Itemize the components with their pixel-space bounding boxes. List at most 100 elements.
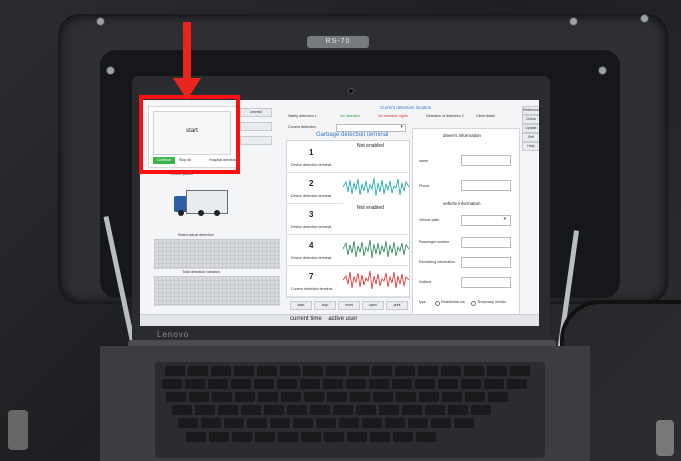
keyboard-key — [186, 432, 206, 442]
keyboard-key — [356, 405, 376, 415]
keyboard-key — [231, 379, 251, 389]
detection-dropdown[interactable]: ▾ — [336, 124, 406, 132]
keyboard-key — [415, 379, 435, 389]
truck-wheel — [178, 210, 184, 216]
keyboard-key — [162, 379, 182, 389]
gallons-field[interactable] — [461, 277, 511, 288]
keyboard-key — [209, 432, 229, 442]
field-label: Phone — [419, 184, 430, 188]
keyboard-key — [303, 366, 323, 376]
keyboard-key — [264, 405, 284, 415]
sensor-label: Device detection terminal — [291, 163, 332, 167]
vehicle-plate-select[interactable]: ▾ — [461, 215, 511, 226]
keyboard-key — [293, 418, 313, 428]
connect-button[interactable]: connect — [240, 108, 272, 117]
vehicle-info-title: vehicle information — [443, 201, 481, 206]
menu-update[interactable]: Update — [522, 124, 539, 133]
terminal-list: 1 Device detection terminal Not enabled … — [286, 140, 410, 298]
open-button[interactable]: open — [362, 301, 384, 310]
sensor-number: 7 — [309, 272, 314, 281]
sensor-number: 4 — [309, 241, 314, 250]
menu-reference[interactable]: Reference — [522, 106, 539, 115]
keyboard-key — [507, 379, 527, 389]
radio-option-label: Temporary vehicle — [477, 300, 507, 304]
keyboard-key — [370, 432, 390, 442]
screw-icon — [106, 66, 115, 75]
dropdown-label: Current detection — [288, 125, 316, 129]
menu-self-inspection[interactable]: Self Inspection — [522, 133, 539, 146]
keyboard-key — [379, 405, 399, 415]
keyboard-key — [416, 432, 436, 442]
keyboard-key — [172, 405, 192, 415]
keyboard-key — [373, 392, 393, 402]
keyboard-key — [347, 432, 367, 442]
keyboard-key — [454, 418, 474, 428]
chart-label: Rated actual detection — [178, 233, 214, 237]
radio-residential[interactable] — [435, 301, 440, 306]
keyboard-key — [195, 405, 215, 415]
stop-button[interactable]: stop — [314, 301, 336, 310]
header-field: No detection — [340, 114, 361, 118]
keyboard-key — [300, 379, 320, 389]
menu-help[interactable]: Help — [522, 142, 539, 151]
keyboard-key — [278, 432, 298, 442]
frame-peg — [8, 410, 28, 450]
keyboard-key — [178, 418, 198, 428]
menu-check[interactable]: Check — [522, 115, 539, 124]
sensor-number: 1 — [309, 148, 314, 157]
keyboard-key — [232, 432, 252, 442]
phone-field[interactable] — [461, 180, 511, 191]
keyboard-key — [165, 366, 185, 376]
passenger-number-field[interactable] — [461, 237, 511, 248]
keyboard-key — [487, 366, 507, 376]
latch-label: RS-70 — [325, 38, 351, 45]
keyboard-key — [326, 366, 346, 376]
chevron-down-icon: ▾ — [503, 216, 506, 222]
keyboard-key — [408, 418, 428, 428]
radio-temporary[interactable] — [471, 301, 476, 306]
keyboard-key — [212, 392, 232, 402]
keyboard-key — [471, 405, 491, 415]
keyboard-key — [281, 392, 301, 402]
info-form: driver's information name Phone vehicle … — [412, 128, 520, 316]
remaining-info-field[interactable] — [461, 257, 511, 268]
keyboard-key — [438, 379, 458, 389]
keyboard-key — [201, 418, 221, 428]
keyboard-key — [395, 366, 415, 376]
sensor-label: Device detection terminal — [291, 256, 332, 260]
field-label: Remaining information — [419, 260, 455, 264]
detection-chart-1 — [154, 239, 280, 269]
radio-option-label: Residential car — [441, 300, 465, 304]
keyboard-key — [323, 379, 343, 389]
sensor-label: Device detection terminal — [291, 194, 332, 198]
detection-chart-2 — [154, 276, 280, 306]
keyboard-key — [224, 418, 244, 428]
truck-icon — [186, 190, 228, 214]
waveform-green — [343, 239, 409, 259]
reset-button[interactable]: reset — [338, 301, 360, 310]
webcam-icon — [348, 88, 354, 94]
print-button[interactable]: print — [386, 301, 408, 310]
side-button[interactable] — [240, 122, 272, 131]
sensor-status: Not enabled — [357, 205, 384, 211]
sensor-row: 7 Current detection terminal — [287, 265, 409, 297]
keyboard-key — [270, 418, 290, 428]
keyboard-key — [333, 405, 353, 415]
side-button[interactable] — [240, 136, 272, 145]
keyboard-key — [211, 366, 231, 376]
keyboard-key — [324, 432, 344, 442]
keyboard-key — [510, 366, 530, 376]
keyboard-key — [188, 366, 208, 376]
keyboard-key — [257, 366, 277, 376]
waveform-red — [343, 270, 409, 290]
keyboard-key — [327, 392, 347, 402]
keyboard-key — [448, 405, 468, 415]
header-field: Detection of detection 2 — [426, 114, 464, 118]
field-label: Gallons — [419, 280, 432, 284]
name-field[interactable] — [461, 155, 511, 166]
keyboard-key — [339, 418, 359, 428]
truck-wheel — [214, 210, 220, 216]
keyboard-key — [247, 418, 267, 428]
start-action-button[interactable]: start — [290, 301, 312, 310]
keyboard-key — [362, 418, 382, 428]
